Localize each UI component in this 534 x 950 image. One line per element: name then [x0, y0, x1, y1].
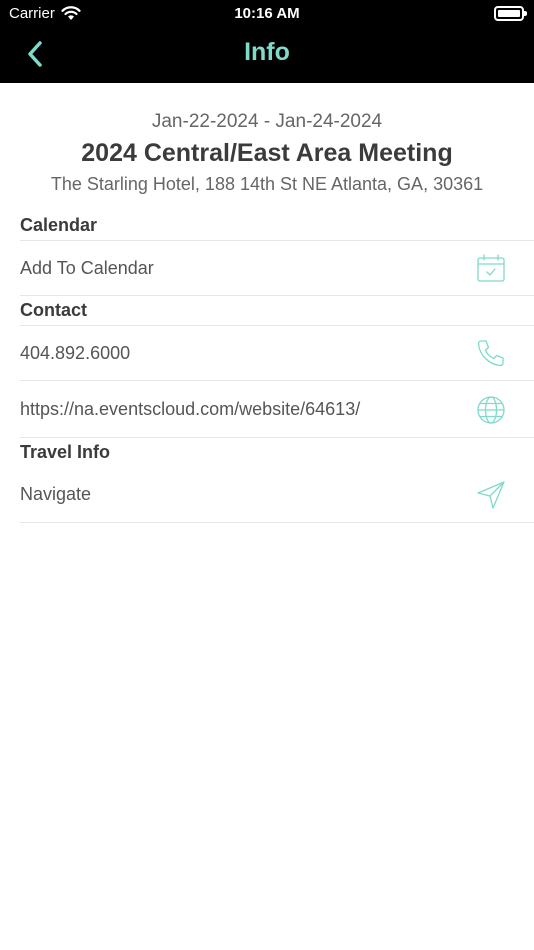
phone-row[interactable]: 404.892.6000	[20, 325, 534, 381]
navigate-label: Navigate	[20, 484, 92, 504]
website-row[interactable]: https://na.eventscloud.com/website/64613…	[20, 382, 534, 438]
calendar-section-label: Calendar	[20, 215, 98, 235]
status-time: 10:16 AM	[234, 5, 300, 22]
phone-icon	[474, 336, 508, 370]
event-address: The Starling Hotel, 188 14th St NE Atlan…	[50, 174, 484, 194]
event-title: 2024 Central/East Area Meeting	[81, 139, 453, 167]
globe-icon	[474, 393, 508, 427]
event-dates: Jan-22-2024 - Jan-24-2024	[151, 111, 383, 132]
calendar-check-icon	[474, 251, 508, 285]
navigate-row[interactable]: Navigate	[20, 467, 534, 523]
top-bar: Carrier 10:16 AM Info	[0, 0, 534, 83]
website-link: https://na.eventscloud.com/website/64613…	[20, 399, 361, 419]
travel-section-label: Travel Info	[20, 442, 111, 462]
phone-number: 404.892.6000	[20, 342, 131, 363]
event-header: Jan-22-2024 - Jan-24-2024 2024 Central/E…	[0, 108, 534, 198]
add-to-calendar-label: Add To Calendar	[20, 257, 154, 278]
add-to-calendar-row[interactable]: Add To Calendar	[20, 240, 534, 296]
battery-icon	[494, 6, 527, 21]
contact-section-label: Contact	[20, 300, 87, 320]
page-title: Info	[244, 38, 290, 66]
navigation-arrow-icon	[474, 478, 508, 512]
